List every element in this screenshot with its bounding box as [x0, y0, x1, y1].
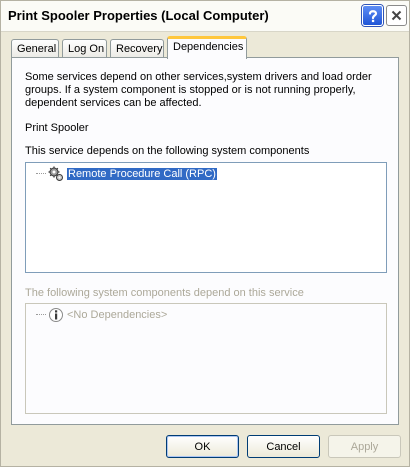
dependents-tree[interactable]: <No Dependencies>	[25, 303, 387, 414]
title-bar[interactable]: Print Spooler Properties (Local Computer…	[1, 1, 409, 32]
tab-log-on[interactable]: Log On	[62, 39, 107, 57]
window-title: Print Spooler Properties (Local Computer…	[8, 8, 269, 23]
apply-button[interactable]: Apply	[328, 435, 401, 458]
depends-on-tree[interactable]: Remote Procedure Call (RPC)	[25, 162, 387, 273]
dependencies-description: Some services depend on other services,s…	[25, 71, 372, 109]
tree-connector	[36, 173, 46, 175]
service-name: Print Spooler	[25, 122, 89, 134]
help-button[interactable]	[362, 5, 383, 26]
depends-on-label: This service depends on the following sy…	[25, 145, 310, 157]
tab-general[interactable]: General	[11, 39, 59, 57]
tree-item-rpc[interactable]: Remote Procedure Call (RPC)	[36, 166, 218, 182]
tree-connector	[36, 314, 46, 316]
properties-dialog: Print Spooler Properties (Local Computer…	[0, 0, 410, 467]
dependencies-panel: Some services depend on other services,s…	[11, 57, 399, 425]
ok-button[interactable]: OK	[166, 435, 239, 458]
cancel-button[interactable]: Cancel	[247, 435, 320, 458]
tree-item-label: <No Dependencies>	[67, 309, 168, 321]
tab-recovery[interactable]: Recovery	[110, 39, 164, 57]
close-icon	[391, 10, 402, 21]
tree-item-label: Remote Procedure Call (RPC)	[66, 167, 218, 181]
question-mark-icon	[368, 9, 377, 22]
close-button[interactable]	[386, 5, 407, 26]
info-icon	[49, 308, 63, 322]
tree-item-no-dependencies[interactable]: <No Dependencies>	[36, 307, 167, 323]
tab-dependencies[interactable]: Dependencies	[167, 36, 247, 59]
gears-icon	[48, 166, 63, 181]
dependents-label: The following system components depend o…	[25, 287, 304, 299]
